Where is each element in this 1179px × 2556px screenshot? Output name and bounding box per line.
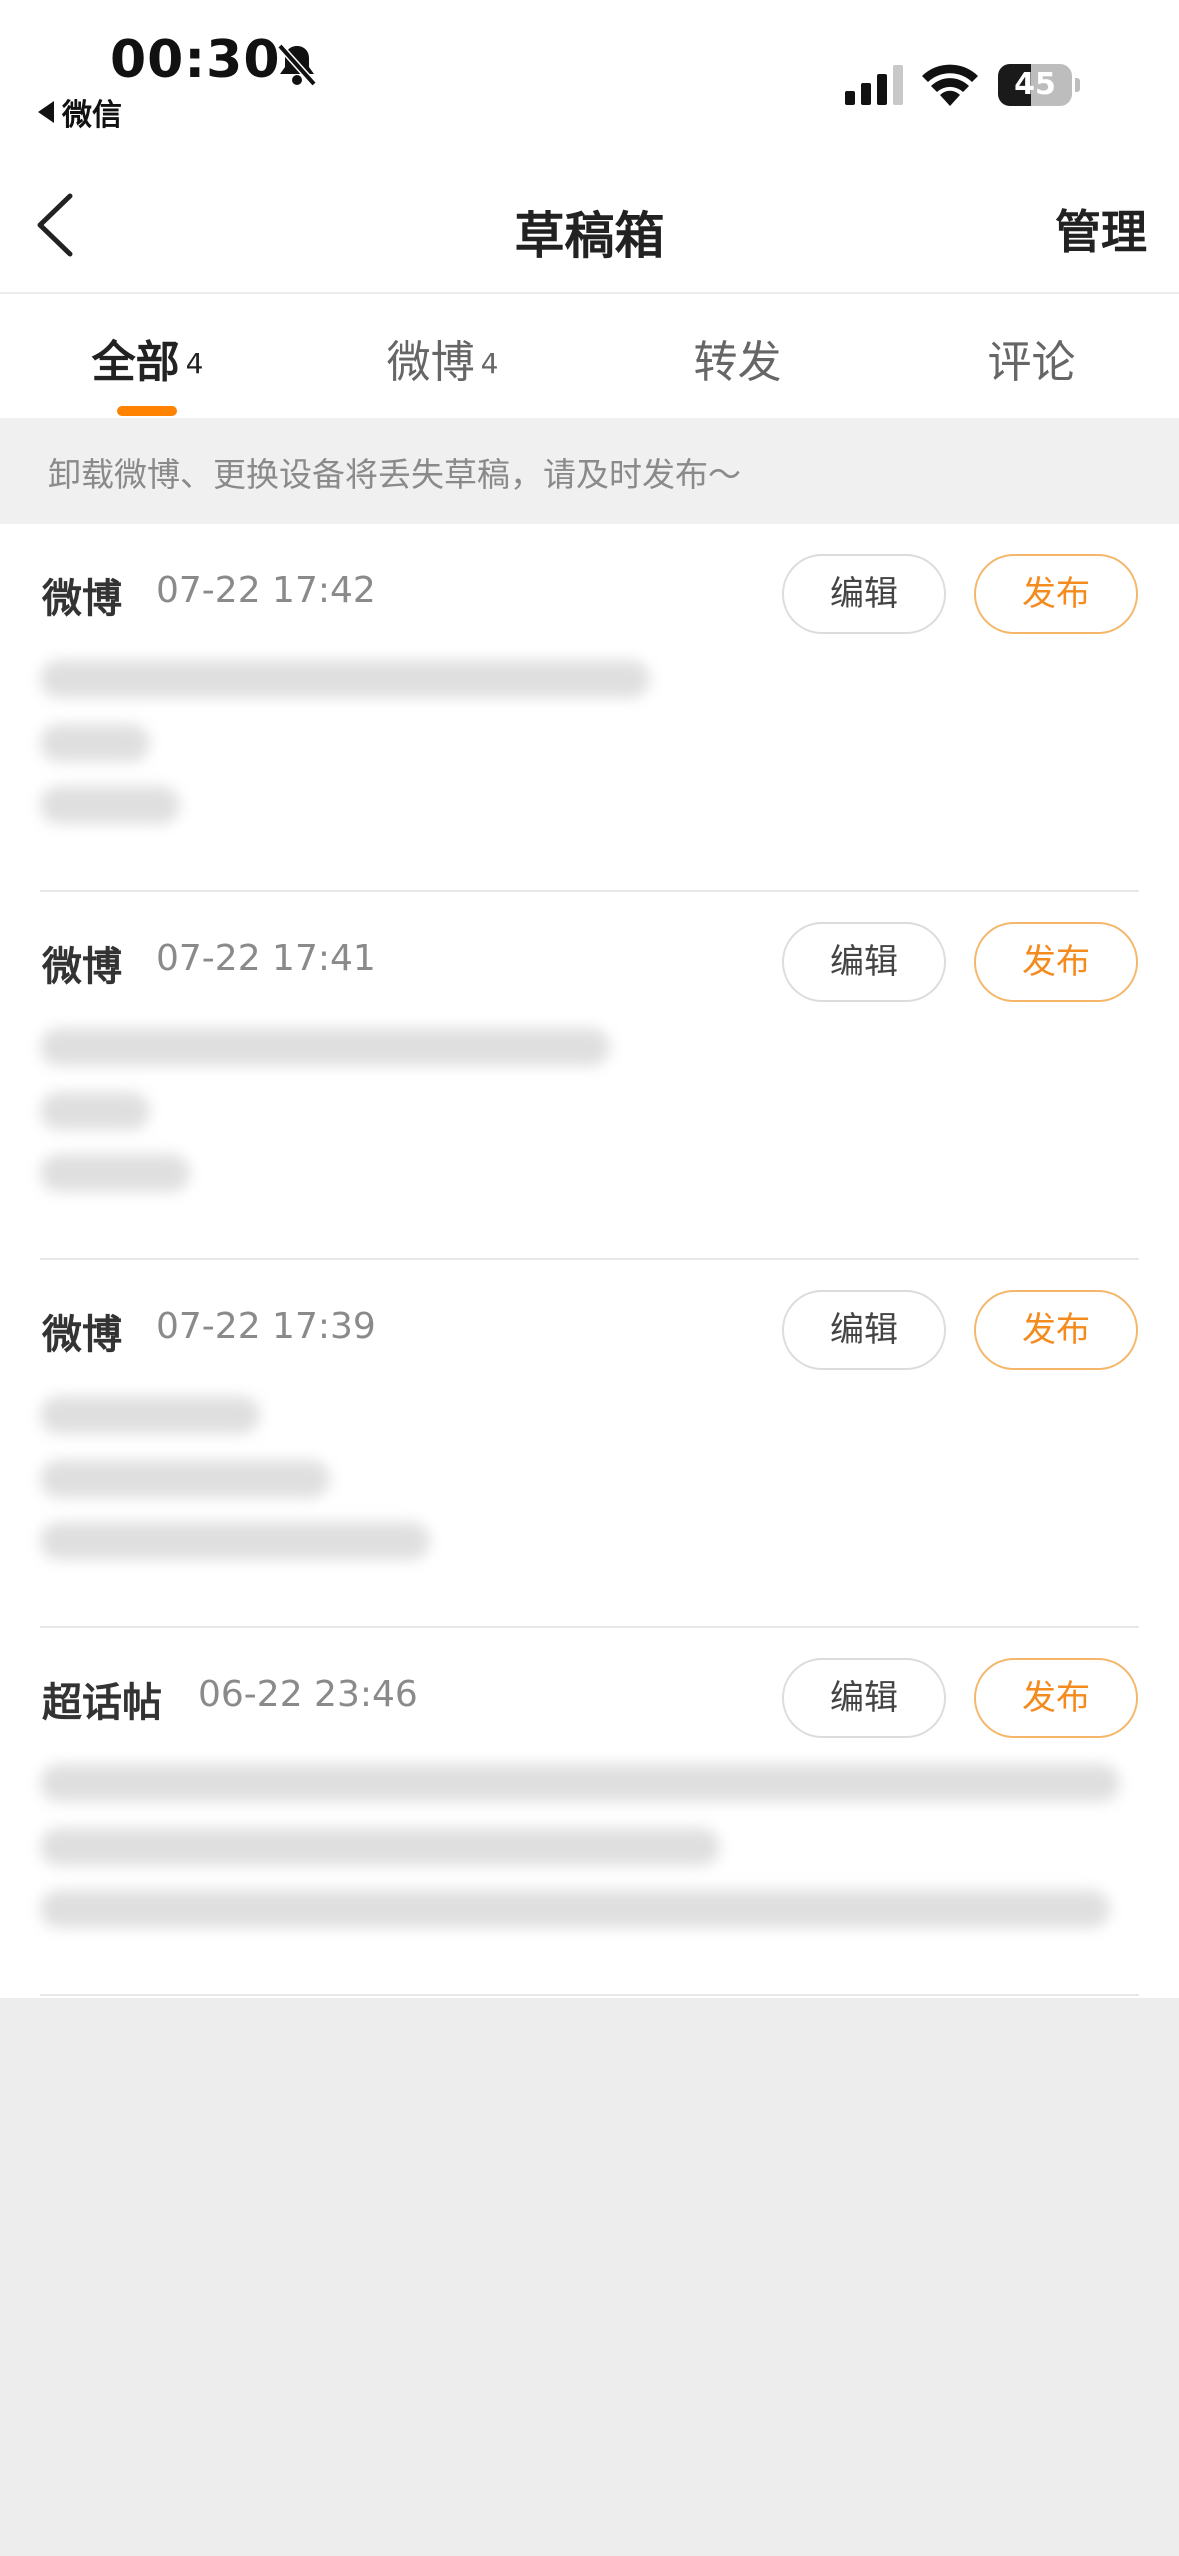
draft-item[interactable]: 微博 07-22 17:39 编辑 发布 bbox=[0, 1260, 1179, 1628]
draft-type: 微博 bbox=[42, 1312, 122, 1358]
manage-button[interactable]: 管理 bbox=[1055, 196, 1147, 262]
draft-time: 07-22 17:41 bbox=[156, 938, 376, 979]
warning-notice: 卸载微博、更换设备将丢失草稿，请及时发布～ bbox=[0, 418, 1179, 524]
back-triangle-icon bbox=[38, 101, 54, 123]
nav-bar: 草稿箱 管理 bbox=[0, 160, 1179, 294]
blurred-content-line bbox=[40, 1522, 430, 1560]
status-bar: 00:30 微信 45 bbox=[0, 0, 1179, 160]
draft-time: 07-22 17:42 bbox=[156, 570, 376, 611]
draft-time: 07-22 17:39 bbox=[156, 1306, 376, 1347]
wifi-icon bbox=[922, 64, 978, 106]
tab-all-count: 4 bbox=[185, 347, 204, 380]
tab-repost-label: 转发 bbox=[693, 337, 782, 388]
publish-button[interactable]: 发布 bbox=[974, 1658, 1138, 1738]
blurred-content-line bbox=[40, 1828, 720, 1866]
battery-level: 45 bbox=[1014, 67, 1056, 102]
publish-button[interactable]: 发布 bbox=[974, 554, 1138, 634]
active-tab-indicator bbox=[117, 406, 177, 416]
draft-type: 微博 bbox=[42, 576, 122, 622]
draft-type: 超话帖 bbox=[42, 1680, 162, 1726]
back-to-app-link[interactable]: 微信 bbox=[38, 90, 122, 134]
tab-comment[interactable]: 评论 bbox=[884, 326, 1179, 390]
draft-box-screen: 00:30 微信 45 草稿箱 管理 全部 4 微博 4 转发 评论 卸载微博、… bbox=[0, 0, 1179, 2556]
back-app-label: 微信 bbox=[62, 98, 122, 133]
draft-item[interactable]: 微博 07-22 17:42 编辑 发布 bbox=[0, 524, 1179, 892]
draft-item[interactable]: 超话帖 06-22 23:46 编辑 发布 bbox=[0, 1628, 1179, 1996]
draft-item[interactable]: 微博 07-22 17:41 编辑 发布 bbox=[0, 892, 1179, 1260]
page-title: 草稿箱 bbox=[514, 207, 665, 265]
blurred-content-line bbox=[40, 1460, 330, 1498]
tab-comment-label: 评论 bbox=[987, 337, 1076, 388]
signal-icon bbox=[845, 65, 903, 105]
filter-tabs: 全部 4 微博 4 转发 评论 bbox=[0, 294, 1179, 418]
publish-button[interactable]: 发布 bbox=[974, 922, 1138, 1002]
blurred-content-line bbox=[40, 1764, 1120, 1802]
blurred-content-line bbox=[40, 660, 650, 698]
draft-type: 微博 bbox=[42, 944, 122, 990]
blurred-content-line bbox=[40, 1092, 150, 1130]
blurred-content-line bbox=[40, 786, 180, 824]
tab-weibo-count: 4 bbox=[480, 347, 499, 380]
tab-all-label: 全部 bbox=[91, 337, 180, 388]
blurred-content-line bbox=[40, 1154, 190, 1192]
bell-muted-icon bbox=[277, 43, 317, 87]
tab-weibo-label: 微博 bbox=[386, 337, 475, 388]
publish-button[interactable]: 发布 bbox=[974, 1290, 1138, 1370]
edit-button[interactable]: 编辑 bbox=[782, 922, 946, 1002]
blurred-content-line bbox=[40, 1890, 1110, 1928]
blurred-content-line bbox=[40, 724, 150, 762]
battery-icon: 45 bbox=[998, 64, 1080, 106]
edit-button[interactable]: 编辑 bbox=[782, 554, 946, 634]
edit-button[interactable]: 编辑 bbox=[782, 1658, 946, 1738]
tab-weibo[interactable]: 微博 4 bbox=[295, 326, 590, 390]
tab-all[interactable]: 全部 4 bbox=[0, 326, 295, 390]
blurred-content-line bbox=[40, 1396, 260, 1434]
edit-button[interactable]: 编辑 bbox=[782, 1290, 946, 1370]
draft-list: 微博 07-22 17:42 编辑 发布 微博 07-22 17:41 编辑 发… bbox=[0, 524, 1179, 1998]
tab-repost[interactable]: 转发 bbox=[590, 326, 885, 390]
notice-text: 卸载微博、更换设备将丢失草稿，请及时发布～ bbox=[48, 455, 741, 494]
draft-time: 06-22 23:46 bbox=[198, 1674, 418, 1715]
status-time: 00:30 bbox=[110, 30, 281, 90]
blurred-content-line bbox=[40, 1028, 610, 1066]
item-divider bbox=[40, 1994, 1139, 1996]
empty-background bbox=[0, 1998, 1179, 2556]
